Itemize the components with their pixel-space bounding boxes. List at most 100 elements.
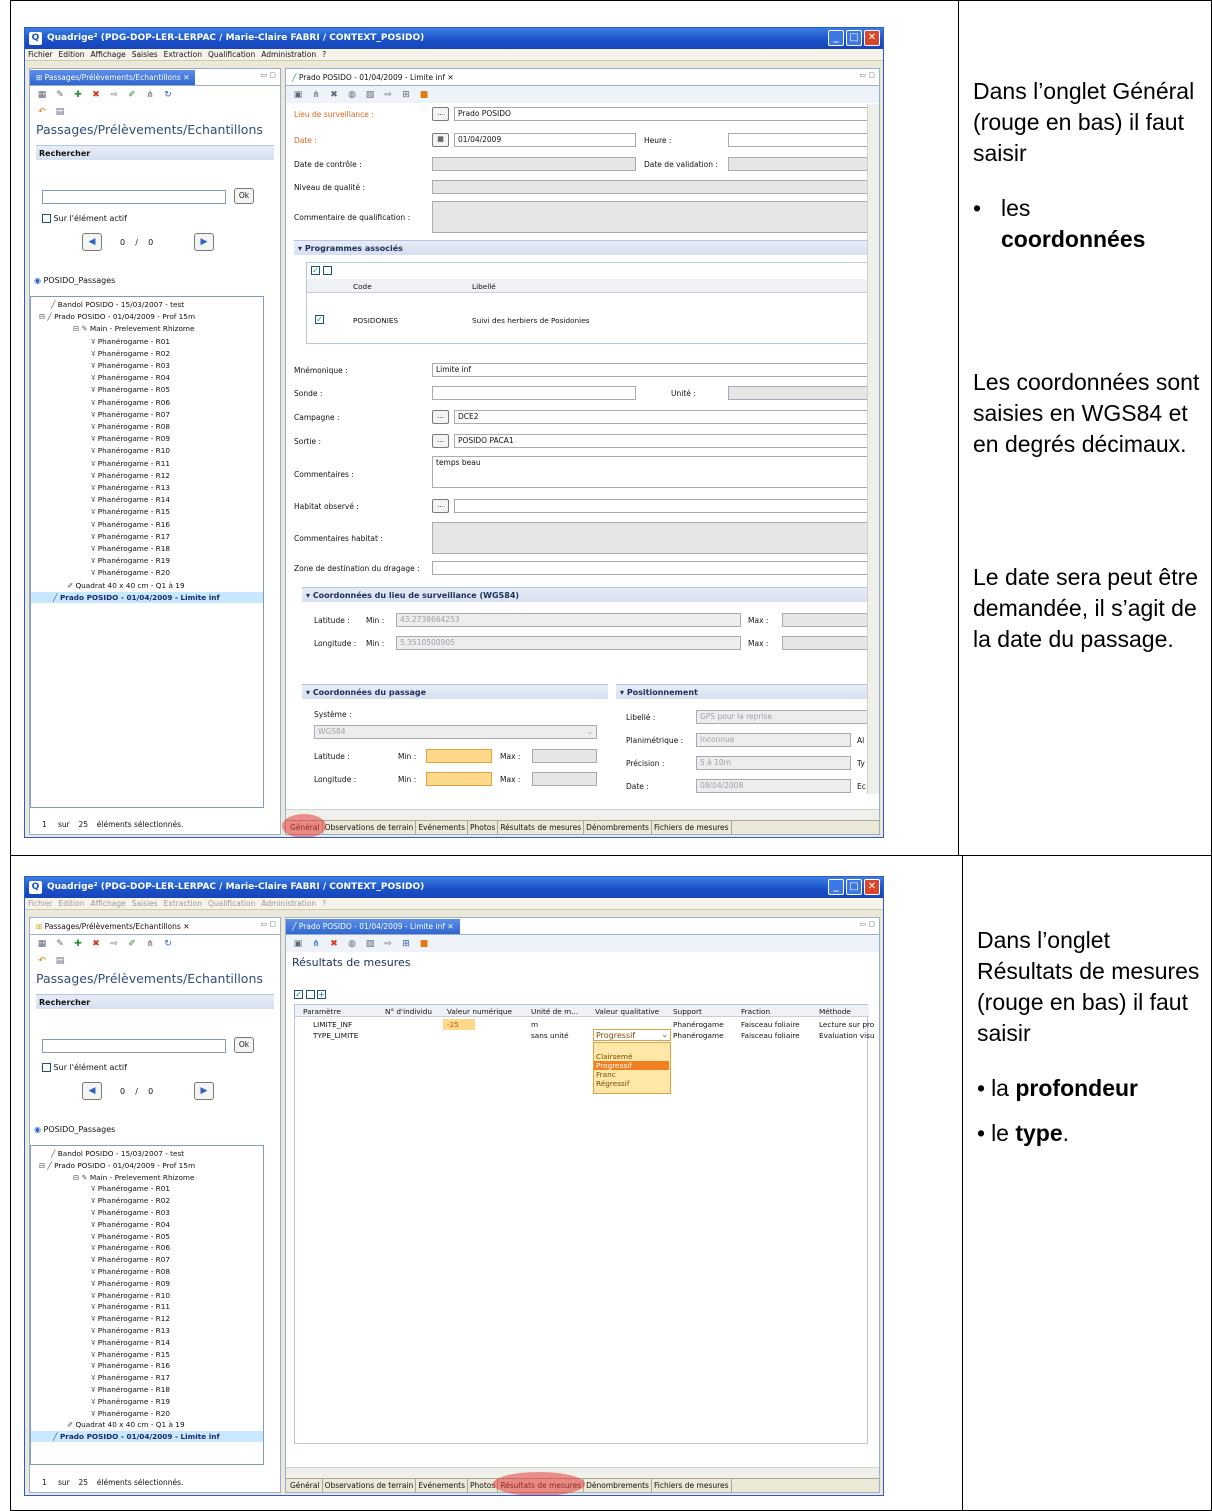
coord-lieu-header[interactable]: ▾ Coordonnées du lieu de surveillance (W… [302, 587, 869, 602]
calendar-icon[interactable]: ▦ [432, 133, 449, 147]
tree-passage-selected[interactable]: ╱ Prado POSIDO - 01/04/2009 - Limite inf [31, 591, 263, 603]
unselect-all-checkbox[interactable] [322, 266, 332, 275]
tab-fichiers[interactable]: Fichiers de mesures [652, 1479, 732, 1492]
copy-icon[interactable]: ▧ [364, 89, 376, 101]
tree-passage[interactable]: ╱ Bandol POSIDO - 15/03/2007 - test [51, 299, 184, 310]
tree-passage[interactable]: ⊟ ╱ Prado POSIDO - 01/04/2009 - Prof 15m [39, 1160, 195, 1171]
tree-echantillon[interactable]: Ұ Phanérogame - R01 [91, 336, 170, 347]
sonde-field[interactable] [432, 386, 636, 400]
export-icon[interactable]: ⇨ [382, 938, 394, 950]
tree-echantillon[interactable]: Ұ Phanérogame - R06 [91, 397, 170, 408]
tree-echantillon[interactable]: Ұ Phanérogame - R15 [91, 506, 170, 517]
tab-general[interactable]: Général [288, 1479, 323, 1492]
undo-icon[interactable]: ↶ [36, 106, 48, 118]
tab-editor[interactable]: ╱ Prado POSIDO - 01/04/2009 - Limite inf… [286, 919, 460, 934]
tree-echantillon[interactable]: Ұ Phanérogame - R13 [91, 482, 170, 493]
grid-icon[interactable]: ⊞ [400, 938, 412, 950]
menu-extraction[interactable]: Extraction [164, 50, 202, 59]
filter-icon[interactable]: ▦ [36, 938, 48, 950]
panel-minmax-icon[interactable]: ▭ ▢ [860, 71, 875, 79]
tab-evenements[interactable]: Evénements [416, 821, 468, 834]
menu-administration[interactable]: Administration [261, 899, 316, 908]
tree-echantillon[interactable]: Ұ Phanérogame - R13 [91, 1325, 170, 1336]
grid-icon[interactable]: ⊞ [400, 89, 412, 101]
tree-echantillon[interactable]: Ұ Phanérogame - R06 [91, 1242, 170, 1253]
horizontal-scrollbar[interactable] [286, 809, 879, 820]
tree-passage[interactable]: ⊟ ╱ Prado POSIDO - 01/04/2009 - Prof 15m [39, 311, 195, 322]
tree-echantillon[interactable]: Ұ Phanérogame - R07 [91, 409, 170, 420]
tree-echantillon[interactable]: Ұ Phanérogame - R08 [91, 1266, 170, 1277]
tree-prelevement[interactable]: ⊟ ✎ Main - Prelevement Rhizome [73, 1172, 195, 1183]
document-icon[interactable]: ▤ [54, 106, 66, 118]
menu-administration[interactable]: Administration [261, 50, 316, 59]
tree-echantillon[interactable]: Ұ Phanérogame - R16 [91, 519, 170, 530]
tree-quadrat[interactable]: ✐ Quadrat 40 x 40 cm - Q1 à 19 [67, 1419, 185, 1430]
passages-tree[interactable]: ╱ Bandol POSIDO - 15/03/2007 - test ⊟ ╱ P… [30, 1145, 264, 1465]
save-icon[interactable]: ▣ [292, 938, 304, 950]
tab-photos[interactable]: Photos [468, 821, 499, 834]
active-element-checkbox[interactable] [42, 214, 51, 223]
pass-lon-max-field[interactable] [532, 772, 597, 786]
document-icon[interactable]: ▤ [54, 955, 66, 967]
refresh-icon[interactable]: ↻ [162, 89, 174, 101]
heure-field[interactable] [728, 133, 869, 147]
menu-saisies[interactable]: Saisies [132, 899, 158, 908]
delete-icon[interactable]: ✖ [90, 938, 102, 950]
menu-extraction[interactable]: Extraction [164, 899, 202, 908]
tree-echantillon[interactable]: Ұ Phanérogame - R05 [91, 384, 170, 395]
next-button[interactable]: ▶ [194, 233, 214, 251]
export-icon[interactable]: ⇨ [382, 89, 394, 101]
menu-fichier[interactable]: Fichier [28, 899, 53, 908]
tree-echantillon[interactable]: Ұ Phanérogame - R14 [91, 1337, 170, 1348]
stop-icon[interactable]: ■ [418, 938, 430, 950]
refresh-icon[interactable]: ↻ [162, 938, 174, 950]
tree-echantillon[interactable]: Ұ Phanérogame - R10 [91, 1290, 170, 1301]
menu-fichier[interactable]: Fichier [28, 50, 53, 59]
hierarchy-icon[interactable]: ⋔ [310, 938, 322, 950]
menu-qualification[interactable]: Qualification [208, 50, 255, 59]
tree-echantillon[interactable]: Ұ Phanérogame - R17 [91, 1372, 170, 1383]
tree-echantillon[interactable]: Ұ Phanérogame - R18 [91, 543, 170, 554]
tree-passage-selected[interactable]: ╱ Prado POSIDO - 01/04/2009 - Limite inf [31, 1431, 263, 1443]
tree-echantillon[interactable]: Ұ Phanérogame - R09 [91, 1278, 170, 1289]
tree-echantillon[interactable]: Ұ Phanérogame - R11 [91, 1301, 170, 1312]
menu-edition[interactable]: Edition [59, 50, 85, 59]
active-element-checkbox[interactable] [42, 1063, 51, 1072]
programmes-grid[interactable]: ✓ Code Libellé ✓ POSIDONIES Suivi des he… [306, 262, 869, 344]
menu-help[interactable]: ? [322, 899, 326, 908]
sortie-field[interactable]: POSIDO PACA1 [454, 434, 869, 448]
tree-echantillon[interactable]: Ұ Phanérogame - R02 [91, 1195, 170, 1206]
tree-prelevement[interactable]: ⊟ ✎ Main - Prelevement Rhizome [73, 323, 195, 334]
tree-echantillon[interactable]: Ұ Phanérogame - R12 [91, 1313, 170, 1324]
stop-icon[interactable]: ■ [418, 89, 430, 101]
undo-icon[interactable]: ↶ [36, 955, 48, 967]
close-button[interactable]: ✕ [864, 879, 880, 895]
tree-echantillon[interactable]: Ұ Phanérogame - R04 [91, 372, 170, 383]
tab-resultats[interactable]: Résultats de mesures [498, 821, 585, 834]
close-button[interactable]: ✕ [864, 30, 880, 46]
date-field[interactable]: 01/04/2009 [454, 133, 636, 147]
tree-echantillon[interactable]: Ұ Phanérogame - R02 [91, 348, 170, 359]
tab-observations[interactable]: Observations de terrain [323, 821, 417, 834]
maximize-button[interactable]: □ [846, 879, 862, 895]
select-all-checkbox[interactable]: ✓ [311, 266, 320, 275]
add-icon[interactable]: ✚ [72, 938, 84, 950]
panel-minmax-icon[interactable]: ▭ ▢ [860, 920, 875, 928]
tree-echantillon[interactable]: Ұ Phanérogame - R09 [91, 433, 170, 444]
menu-help[interactable]: ? [322, 50, 326, 59]
filter-icon[interactable]: ▦ [36, 89, 48, 101]
select-all-checkbox[interactable]: ✓ [294, 990, 303, 999]
maximize-button[interactable]: □ [846, 30, 862, 46]
programmes-header[interactable]: ▾ Programmes associés [294, 240, 869, 255]
tab-observations[interactable]: Observations de terrain [323, 1479, 417, 1492]
delete-icon[interactable]: ✖ [90, 89, 102, 101]
option-regressif[interactable]: Régressif [594, 1079, 669, 1088]
tree-echantillon[interactable]: Ұ Phanérogame - R20 [91, 1408, 170, 1419]
tree-echantillon[interactable]: Ұ Phanérogame - R03 [91, 1207, 170, 1218]
tab-fichiers[interactable]: Fichiers de mesures [652, 821, 732, 834]
tree-echantillon[interactable]: Ұ Phanérogame - R07 [91, 1254, 170, 1265]
pass-lon-min-field[interactable] [426, 772, 492, 786]
search-input[interactable] [42, 1039, 226, 1053]
tree-echantillon[interactable]: Ұ Phanérogame - R15 [91, 1349, 170, 1360]
menu-affichage[interactable]: Affichage [90, 899, 125, 908]
